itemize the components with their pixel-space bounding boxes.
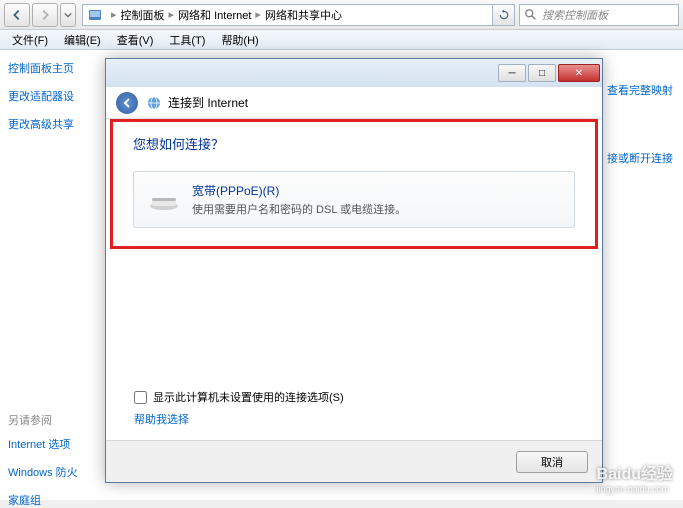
search-icon	[524, 8, 538, 22]
show-unused-checkbox[interactable]	[134, 391, 147, 404]
navigation-bar: ▸ 控制面板 ▸ 网络和 Internet ▸ 网络和共享中心 搜索控制面板	[0, 0, 683, 30]
search-placeholder: 搜索控制面板	[542, 7, 608, 23]
breadcrumb-item[interactable]: 网络和共享中心	[265, 7, 342, 23]
globe-icon	[146, 95, 162, 111]
chevron-right-icon: ▸	[255, 8, 261, 21]
link-connect-disconnect[interactable]: 接或断开连接	[607, 150, 673, 166]
minimize-button[interactable]: ─	[498, 64, 526, 82]
sidebar-link-homegroup[interactable]: 家庭组	[8, 492, 97, 508]
sidebar-link-firewall[interactable]: Windows 防火	[8, 464, 97, 480]
menu-edit[interactable]: 编辑(E)	[56, 30, 109, 50]
breadcrumb-item[interactable]: 网络和 Internet	[178, 7, 251, 23]
modem-icon	[148, 188, 180, 212]
menu-help[interactable]: 帮助(H)	[213, 30, 266, 50]
option-title: 宽带(PPPoE)(R)	[192, 182, 406, 199]
refresh-icon	[498, 9, 510, 21]
sidebar: 控制面板主页 更改适配器设 更改高级共享 另请参阅 Internet 选项 Wi…	[0, 50, 105, 500]
menu-bar: 文件(F) 编辑(E) 查看(V) 工具(T) 帮助(H)	[0, 30, 683, 50]
chevron-down-icon	[64, 11, 72, 19]
menu-tools[interactable]: 工具(T)	[161, 30, 213, 50]
link-view-map[interactable]: 查看完整映射	[607, 82, 673, 98]
arrow-right-icon	[38, 8, 52, 22]
nav-back-button[interactable]	[4, 3, 30, 27]
control-panel-icon	[87, 7, 103, 23]
close-button[interactable]: ✕	[558, 64, 600, 82]
dialog-titlebar[interactable]: ─ □ ✕	[106, 59, 602, 87]
arrow-left-icon	[10, 8, 24, 22]
menu-view[interactable]: 查看(V)	[109, 30, 162, 50]
connect-internet-dialog: ─ □ ✕ 连接到 Internet 您想如何连接？ 宽带(PPPoE)(R) …	[105, 58, 603, 483]
maximize-button[interactable]: □	[528, 64, 556, 82]
refresh-button[interactable]	[493, 4, 515, 26]
chevron-right-icon: ▸	[169, 8, 175, 21]
dialog-title: 连接到 Internet	[168, 94, 248, 111]
sidebar-link-sharing[interactable]: 更改高级共享	[8, 116, 97, 132]
sidebar-link-home[interactable]: 控制面板主页	[8, 60, 97, 76]
nav-history-dropdown[interactable]	[60, 3, 76, 27]
checkbox-label: 显示此计算机未设置使用的连接选项(S)	[153, 389, 344, 405]
nav-forward-button[interactable]	[32, 3, 58, 27]
menu-file[interactable]: 文件(F)	[4, 30, 56, 50]
search-input[interactable]: 搜索控制面板	[519, 4, 679, 26]
highlighted-area: 您想如何连接？ 宽带(PPPoE)(R) 使用需要用户名和密码的 DSL 或电缆…	[110, 119, 598, 249]
option-description: 使用需要用户名和密码的 DSL 或电缆连接。	[192, 201, 406, 217]
address-bar[interactable]: ▸ 控制面板 ▸ 网络和 Internet ▸ 网络和共享中心	[82, 4, 493, 26]
arrow-left-icon	[121, 97, 133, 109]
chevron-right-icon: ▸	[111, 8, 117, 21]
dialog-footer: 取消	[106, 440, 602, 482]
sidebar-section-title: 另请参阅	[8, 412, 97, 428]
pppoe-option[interactable]: 宽带(PPPoE)(R) 使用需要用户名和密码的 DSL 或电缆连接。	[133, 171, 575, 228]
sidebar-link-internet-options[interactable]: Internet 选项	[8, 436, 97, 452]
cancel-button[interactable]: 取消	[516, 451, 588, 473]
dialog-back-button[interactable]	[116, 92, 138, 114]
breadcrumb-item[interactable]: 控制面板	[121, 7, 165, 23]
dialog-body: 您想如何连接？ 宽带(PPPoE)(R) 使用需要用户名和密码的 DSL 或电缆…	[106, 119, 602, 427]
dialog-options: 显示此计算机未设置使用的连接选项(S) 帮助我选择	[106, 389, 602, 427]
help-link[interactable]: 帮助我选择	[134, 414, 189, 426]
sidebar-link-adapter[interactable]: 更改适配器设	[8, 88, 97, 104]
dialog-question: 您想如何连接？	[133, 134, 575, 153]
dialog-header: 连接到 Internet	[106, 87, 602, 119]
